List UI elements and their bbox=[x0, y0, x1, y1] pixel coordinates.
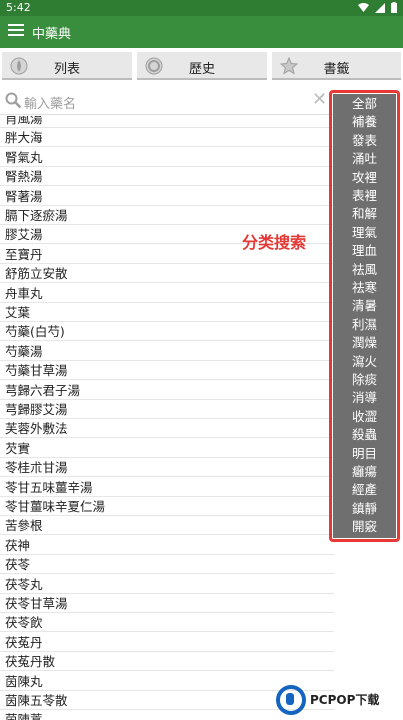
category-item[interactable]: 祛風 bbox=[333, 261, 396, 279]
list-item[interactable]: 茯苓 bbox=[0, 555, 334, 575]
category-item[interactable]: 除痰 bbox=[333, 371, 396, 389]
search-icon bbox=[5, 92, 22, 109]
list-item[interactable]: 茯苓丸 bbox=[0, 575, 334, 594]
category-search-annotation: 分类搜索 bbox=[242, 233, 307, 252]
category-item[interactable]: 補養 bbox=[333, 113, 396, 131]
herb-list: 肖風湯 胖大海 腎氣丸 腎熱湯 腎著湯 膈下逐瘀湯 膠艾湯 至寶丹 舒筋立安散 舟車丸 艾葉 芍藥(白… bbox=[0, 116, 334, 720]
app-bar: 中藥典 bbox=[0, 16, 403, 48]
category-item[interactable]: 利濕 bbox=[333, 316, 396, 334]
category-item[interactable]: 攻裡 bbox=[333, 169, 396, 187]
status-bar: 5:42 bbox=[0, 0, 403, 16]
category-item[interactable]: 鎮靜 bbox=[333, 500, 396, 518]
category-item[interactable]: 祛寒 bbox=[333, 279, 396, 297]
tab-history[interactable]: 歷史 bbox=[137, 52, 267, 80]
search-input[interactable]: 輸入藥名 bbox=[24, 93, 76, 112]
tab-bookmarks-label: 書籤 bbox=[323, 62, 350, 77]
list-item[interactable]: 苓甘五味薑辛湯 bbox=[0, 478, 334, 497]
list-item[interactable]: 艾葉 bbox=[0, 303, 334, 322]
list-item[interactable]: 茯菟丹散 bbox=[0, 652, 334, 672]
category-item[interactable]: 收澀 bbox=[333, 408, 396, 426]
category-item[interactable]: 理氣 bbox=[333, 224, 396, 242]
list-item[interactable]: 芍藥(白芍) bbox=[0, 322, 334, 342]
list-item[interactable]: 苓甘薑味辛夏仁湯 bbox=[0, 497, 334, 516]
watermark-text: PCPOP下载 bbox=[310, 693, 380, 707]
list-item[interactable]: 芎歸膠艾湯 bbox=[0, 400, 334, 419]
search-underline bbox=[0, 114, 334, 115]
signal-icon bbox=[375, 2, 385, 13]
status-time: 5:42 bbox=[6, 1, 31, 14]
list-item[interactable]: 芍藥湯 bbox=[0, 342, 334, 361]
clear-icon[interactable]: ✕ bbox=[312, 89, 327, 110]
list-item[interactable]: 苦參根 bbox=[0, 516, 334, 536]
system-icons bbox=[358, 2, 397, 13]
category-item[interactable]: 和解 bbox=[333, 205, 396, 223]
search-bar: 輸入藥名 ✕ bbox=[0, 89, 330, 114]
list-item[interactable]: 膈下逐瘀湯 bbox=[0, 206, 334, 225]
list-item[interactable]: 茯菟丹 bbox=[0, 633, 334, 652]
tab-list-label: 列表 bbox=[53, 62, 80, 77]
list-item[interactable]: 茯神 bbox=[0, 536, 334, 555]
category-item[interactable]: 清暑 bbox=[333, 297, 396, 315]
watermark-logo bbox=[276, 685, 306, 715]
category-item[interactable]: 開竅 bbox=[333, 518, 396, 536]
list-item[interactable]: 舒筋立安散 bbox=[0, 264, 334, 284]
tab-history-label: 歷史 bbox=[188, 62, 215, 77]
category-item[interactable]: 瀉火 bbox=[333, 353, 396, 371]
list-item[interactable]: 腎氣丸 bbox=[0, 148, 334, 167]
list-item[interactable]: 芙蓉外敷法 bbox=[0, 419, 334, 439]
tab-bookmarks[interactable]: 書籤 bbox=[272, 52, 401, 80]
category-item[interactable]: 消導 bbox=[333, 389, 396, 407]
menu-icon[interactable] bbox=[8, 24, 24, 38]
app-title: 中藥典 bbox=[32, 27, 72, 42]
list-item[interactable]: 腎著湯 bbox=[0, 187, 334, 206]
list-item[interactable]: 芡實 bbox=[0, 439, 334, 458]
category-item[interactable]: 明目 bbox=[333, 445, 396, 463]
category-panel: 全部 補養 發表 涌吐 攻裡 表裡 和解 理氣 理血 祛風 祛寒 清暑 利濕 潤燥 瀉火 除痰 消導 收澀 殺蟲 明目… bbox=[333, 94, 396, 538]
wifi-icon bbox=[358, 3, 369, 12]
list-item[interactable]: 芍藥甘草湯 bbox=[0, 361, 334, 381]
category-item[interactable]: 潤燥 bbox=[333, 334, 396, 352]
category-item[interactable]: 發表 bbox=[333, 132, 396, 150]
watermark: PCPOP下载 bbox=[276, 683, 403, 720]
category-item[interactable]: 癰瘍 bbox=[333, 463, 396, 481]
list-item[interactable]: 腎熱湯 bbox=[0, 167, 334, 187]
list-item[interactable]: 茯苓飲 bbox=[0, 613, 334, 633]
category-item[interactable]: 經產 bbox=[333, 481, 396, 499]
list-item[interactable]: 胖大海 bbox=[0, 128, 334, 148]
list-item[interactable]: 芎歸六君子湯 bbox=[0, 381, 334, 400]
list-item[interactable]: 舟車丸 bbox=[0, 284, 334, 303]
category-item[interactable]: 理血 bbox=[333, 242, 396, 260]
category-item[interactable]: 全部 bbox=[333, 95, 396, 113]
category-item[interactable]: 涌吐 bbox=[333, 150, 396, 168]
tab-bar: 列表 歷史 書籤 bbox=[0, 52, 403, 82]
list-item[interactable]: 肖風湯 bbox=[0, 116, 334, 128]
tab-list[interactable]: 列表 bbox=[2, 52, 132, 80]
list-item[interactable]: 茯苓甘草湯 bbox=[0, 594, 334, 613]
category-item[interactable]: 表裡 bbox=[333, 187, 396, 205]
battery-icon bbox=[391, 2, 397, 13]
category-item[interactable]: 殺蟲 bbox=[333, 426, 396, 444]
list-item[interactable]: 苓桂朮甘湯 bbox=[0, 458, 334, 478]
